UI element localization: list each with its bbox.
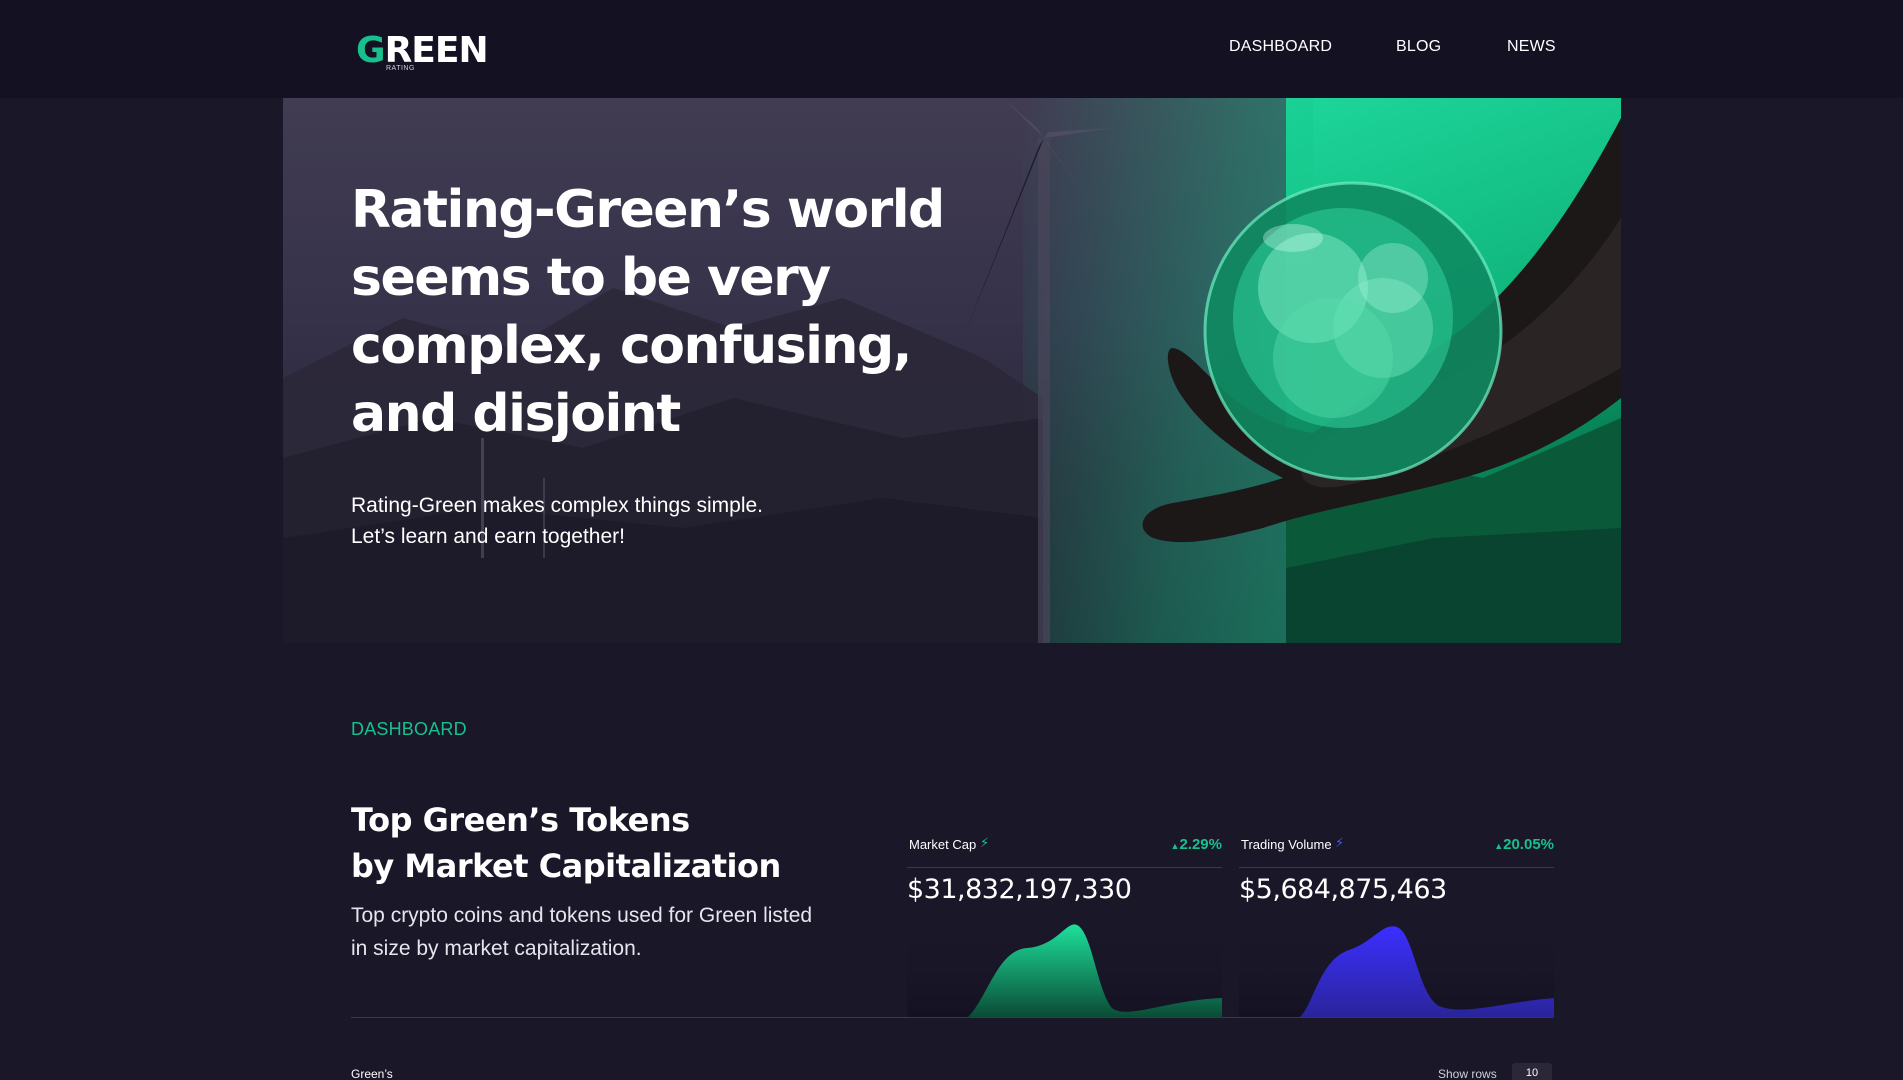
card-label: Trading Volume [1241, 837, 1332, 852]
hero-subtitle-line1: Rating-Green makes complex things simple… [351, 494, 764, 517]
rows-per-page-select[interactable]: 10 [1512, 1063, 1552, 1080]
logo-wordmark: GREEN [356, 30, 489, 72]
card-change-value: 2.29% [1179, 836, 1222, 853]
hero-subtitle: Rating-Green makes complex things simple… [351, 490, 871, 552]
section-title-line2: by Market Capitalization [351, 847, 781, 885]
trading-volume-sparkline [1239, 920, 1554, 1018]
nav-blog[interactable]: BLOG [1396, 38, 1441, 56]
section-title-line1: Top Green’s Tokens [351, 801, 690, 839]
card-header: Market Cap ⚡ ▲2.29% [907, 830, 1222, 868]
table-heading: Green’s [351, 1067, 393, 1080]
triangle-up-icon: ▲ [1494, 841, 1504, 851]
hero-title: Rating-Green’s world seems to be very co… [351, 180, 945, 444]
market-cap-card: Market Cap ⚡ ▲2.29% $31,832,197,330 [907, 830, 1222, 1018]
hero-subtitle-line2: Let’s learn and earn together! [351, 525, 625, 548]
lightning-icon: ⚡ [1335, 835, 1345, 850]
hero-banner: Rating-Green’s world seems to be very co… [283, 98, 1621, 643]
card-change: ▲20.05% [1494, 836, 1554, 853]
trading-volume-card: Trading Volume ⚡ ▲20.05% $5,684,875,463 [1239, 830, 1554, 1018]
card-label: Market Cap [909, 837, 977, 852]
section-description: Top crypto coins and tokens used for Gre… [351, 904, 813, 960]
lightning-icon: ⚡ [980, 835, 990, 850]
card-value: $31,832,197,330 [907, 874, 1132, 905]
card-header: Trading Volume ⚡ ▲20.05% [1239, 830, 1554, 868]
show-rows-label: Show rows [1438, 1067, 1497, 1080]
nav-news[interactable]: NEWS [1507, 38, 1556, 56]
nav-dashboard[interactable]: DASHBOARD [1229, 38, 1332, 56]
card-change: ▲2.29% [1171, 836, 1222, 853]
logo[interactable]: GREEN RATING [356, 30, 496, 72]
logo-g-icon: G [356, 30, 386, 71]
card-value: $5,684,875,463 [1239, 874, 1447, 905]
section-title: Top Green’s Tokens by Market Capitalizat… [351, 797, 851, 889]
logo-subtitle: RATING [386, 65, 415, 72]
section-label-dashboard: DASHBOARD [351, 719, 467, 739]
site-header: GREEN RATING DASHBOARD BLOG NEWS [0, 0, 1903, 98]
market-cap-sparkline [907, 920, 1222, 1018]
section-divider [351, 1017, 1552, 1018]
card-change-value: 20.05% [1503, 836, 1554, 853]
